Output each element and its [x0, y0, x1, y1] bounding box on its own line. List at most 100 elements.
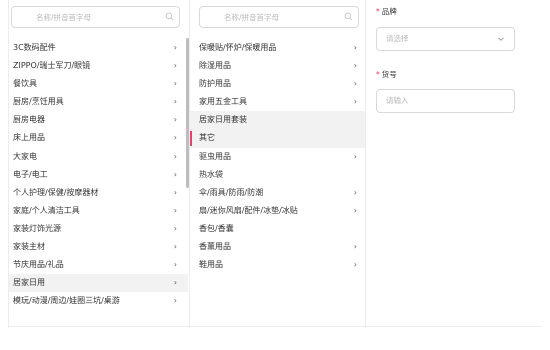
category-item[interactable]: 居家日用套装	[190, 111, 365, 130]
chevron-right-icon: ›	[353, 242, 357, 252]
category-item-label: 扇/迷你风扇/配件/冰垫/冰贴	[199, 205, 298, 215]
category-item-label: 电子/电工	[13, 169, 48, 179]
level1-search-input[interactable]	[12, 7, 179, 27]
chevron-right-icon: ›	[173, 296, 177, 306]
chevron-right-icon: ›	[353, 187, 357, 197]
chevron-right-icon: ›	[173, 43, 177, 52]
category-item[interactable]: 节庆用品/礼品 ›	[9, 256, 188, 274]
brand-select[interactable]: 请选择	[376, 27, 515, 51]
chevron-right-icon: ›	[173, 205, 177, 215]
chevron-right-icon: ›	[353, 61, 357, 71]
brand-field-label: * 品牌	[376, 6, 397, 17]
search-icon	[344, 12, 353, 21]
category-item-label: 驱虫用品	[199, 151, 231, 161]
category-item[interactable]: 其它	[190, 129, 365, 148]
category-item-label: 居家日用	[13, 278, 45, 288]
category-item[interactable]: 扇/迷你风扇/配件/冰垫/冰贴 ›	[190, 202, 365, 220]
category-item-label: 床上用品	[13, 133, 45, 143]
category-item[interactable]: 家装主材 ›	[9, 238, 188, 256]
category-item[interactable]: 热水袋	[190, 166, 365, 184]
category-item-label: 居家日用套装	[199, 115, 247, 125]
chevron-right-icon: ›	[353, 79, 357, 89]
category-item[interactable]: 厨房/烹饪用具 ›	[9, 93, 188, 111]
category-item-label: 厨房/烹饪用具	[13, 97, 64, 107]
category-item[interactable]: 家用五金工具 ›	[190, 93, 365, 111]
category-item-label: 个人护理/保健/按摩器材	[13, 187, 99, 197]
chevron-right-icon: ›	[173, 79, 177, 89]
model-input[interactable]: 请输入	[376, 89, 515, 113]
category-item[interactable]: 床上用品 ›	[9, 129, 188, 147]
category-item[interactable]: 个人护理/保健/按摩器材 ›	[9, 184, 188, 202]
category-column-level1: 3C数码配件›ZIPPO/瑞士军刀/眼镜›餐饮具›厨房/烹饪用具›厨房电器›床上…	[8, 0, 189, 328]
category-item[interactable]: 香薰用品 ›	[190, 238, 365, 256]
category-item-label: 防护用品	[199, 79, 231, 89]
level2-search-box[interactable]	[199, 6, 359, 28]
brand-select-placeholder: 请选择	[386, 34, 409, 43]
chevron-right-icon: ›	[173, 151, 177, 161]
level1-search-box[interactable]	[11, 6, 180, 28]
category-item[interactable]: 居家日用 ›	[9, 274, 188, 293]
category-item[interactable]: 鞋用品 ›	[190, 256, 365, 274]
chevron-right-icon: ›	[353, 205, 357, 215]
category-item[interactable]: 家装灯饰光源 ›	[9, 220, 188, 238]
chevron-right-icon: ›	[353, 97, 357, 107]
chevron-right-icon: ›	[173, 223, 177, 233]
category-item[interactable]: 除湿用品 ›	[190, 57, 365, 75]
category-item-label: 保暖贴/怀炉/保暖用品	[199, 43, 277, 52]
category-item-label: 大家电	[13, 151, 37, 161]
chevron-right-icon: ›	[173, 278, 177, 288]
category-item-label: 厨房电器	[13, 115, 45, 125]
chevron-right-icon: ›	[353, 260, 357, 270]
category-item-label: 家庭/个人清洁工具	[13, 205, 80, 215]
required-mark: *	[376, 70, 380, 79]
category-item[interactable]: 驱虫用品 ›	[190, 148, 365, 166]
brand-label-text: 品牌	[381, 7, 397, 16]
category-item[interactable]: 模玩/动漫/周边/娃圈三坑/桌游 ›	[9, 292, 188, 310]
category-item[interactable]: 防护用品 ›	[190, 75, 365, 93]
category-item-label: 家装灯饰光源	[13, 223, 61, 233]
category-item[interactable]: ZIPPO/瑞士军刀/眼镜 ›	[9, 57, 188, 75]
category-item-label: 除湿用品	[199, 61, 231, 71]
chevron-right-icon: ›	[173, 61, 177, 71]
category-item[interactable]: 餐饮具 ›	[9, 75, 188, 93]
category-column-level2: 保暖贴/怀炉/保暖用品 › 除湿用品 › 防护用品 › 家用五金工具 › 居家日用套装其它驱虫用…	[189, 0, 366, 328]
category-item[interactable]: 保暖贴/怀炉/保暖用品 ›	[190, 39, 365, 57]
chevron-right-icon: ›	[173, 133, 177, 143]
category-item[interactable]: 香包/香囊	[190, 220, 365, 238]
chevron-down-icon	[498, 37, 504, 41]
category-item-label: ZIPPO/瑞士军刀/眼镜	[13, 61, 91, 71]
chevron-right-icon: ›	[173, 242, 177, 252]
category-item[interactable]: 家庭/个人清洁工具 ›	[9, 202, 188, 220]
category-item-label: 模玩/动漫/周边/娃圈三坑/桌游	[13, 296, 120, 306]
required-mark: *	[376, 7, 380, 16]
chevron-right-icon: ›	[173, 97, 177, 107]
chevron-right-icon: ›	[173, 115, 177, 125]
category-item-label: 节庆用品/礼品	[13, 260, 64, 270]
chevron-right-icon: ›	[353, 151, 357, 161]
category-item-label: 香包/香囊	[199, 223, 234, 233]
category-item[interactable]: 厨房电器 ›	[9, 111, 188, 129]
model-input-placeholder: 请输入	[386, 96, 409, 105]
panel-bottom-border	[8, 326, 542, 327]
chevron-right-icon: ›	[353, 43, 357, 52]
chevron-right-icon: ›	[173, 187, 177, 197]
category-item[interactable]: 电子/电工 ›	[9, 166, 188, 184]
model-field-label: * 货号	[376, 69, 397, 80]
level2-search-input[interactable]	[200, 7, 358, 27]
category-item-label: 家用五金工具	[199, 97, 247, 107]
chevron-right-icon: ›	[173, 260, 177, 270]
category-item-label: 伞/雨具/防雨/防潮	[199, 187, 264, 197]
category-item[interactable]: 伞/雨具/防雨/防潮 ›	[190, 184, 365, 202]
attribute-panel: * 品牌 请选择 * 货号 请输入	[366, 0, 541, 328]
level1-category-list: 3C数码配件 › ZIPPO/瑞士军刀/眼镜 › 餐饮具 › 厨房/烹饪用具 › 厨房电器 › 床上…	[9, 39, 188, 310]
category-item-label: 香薰用品	[199, 242, 231, 252]
category-item[interactable]: 大家电 ›	[9, 148, 188, 166]
category-item-label: 家装主材	[13, 242, 45, 252]
chevron-right-icon: ›	[173, 169, 177, 179]
category-item-label: 其它	[199, 133, 215, 143]
category-item-label: 餐饮具	[13, 79, 37, 89]
category-item-label: 鞋用品	[199, 260, 223, 270]
category-item-label: 热水袋	[199, 169, 223, 179]
level2-category-list: 保暖贴/怀炉/保暖用品 › 除湿用品 › 防护用品 › 家用五金工具 › 居家日用套装 其它驱虫用…	[190, 39, 365, 274]
category-item[interactable]: 3C数码配件 ›	[9, 39, 188, 57]
